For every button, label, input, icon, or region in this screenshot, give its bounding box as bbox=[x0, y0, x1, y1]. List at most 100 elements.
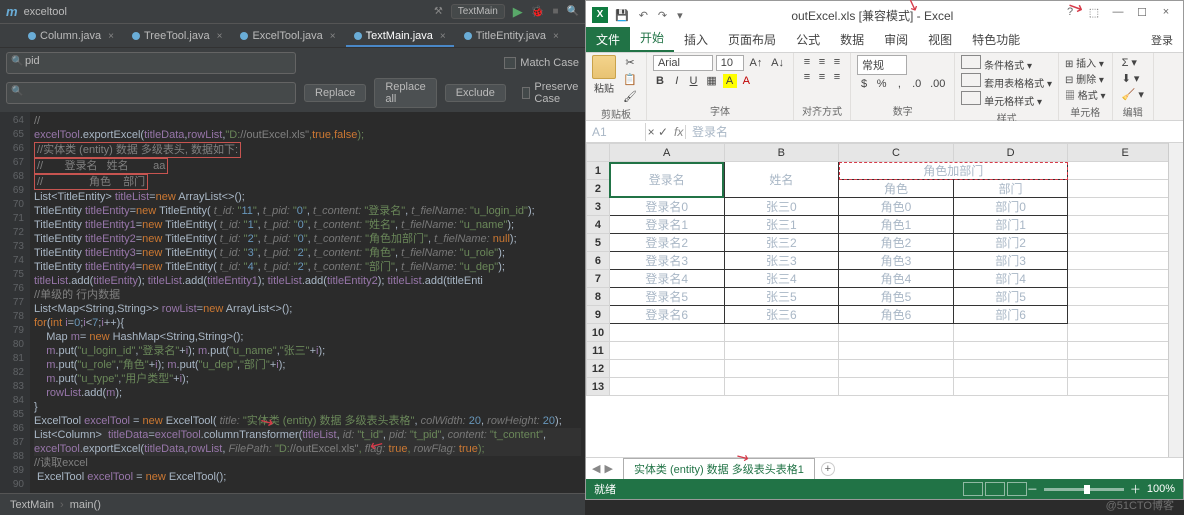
ribbon-tab-review[interactable]: 审阅 bbox=[874, 27, 918, 52]
align-top-icon[interactable]: ≡ bbox=[800, 55, 814, 69]
copy-icon[interactable]: 📋 bbox=[620, 72, 640, 87]
match-case-checkbox[interactable]: Match Case bbox=[504, 57, 579, 69]
table-format-button[interactable]: 套用表格格式 ▾ bbox=[961, 73, 1052, 90]
find-input[interactable]: pid bbox=[6, 52, 296, 74]
border-icon[interactable]: ▦ bbox=[703, 73, 719, 88]
worksheet[interactable]: ABCDE1登录名姓名角色加部门2角色部门3登录名0张三0角色0部门04登录名1… bbox=[586, 143, 1183, 457]
tab-column[interactable]: Column.java× bbox=[20, 27, 122, 47]
underline-icon[interactable]: U bbox=[687, 74, 701, 88]
view-break-icon[interactable] bbox=[1007, 482, 1027, 496]
close-icon[interactable]: × bbox=[553, 31, 559, 42]
ribbon: ↘ 粘贴 ✂ 📋 🖌 剪贴板 Arial 10 A↑ bbox=[586, 53, 1183, 121]
view-normal-icon[interactable] bbox=[963, 482, 983, 496]
fill-icon[interactable]: ⬇ ▾ bbox=[1119, 71, 1143, 86]
replace-button[interactable]: Replace bbox=[304, 84, 366, 102]
font-color-icon[interactable]: A bbox=[739, 74, 753, 88]
replace-all-button[interactable]: Replace all bbox=[374, 78, 436, 108]
ribbon-tab-home[interactable]: 开始 bbox=[630, 25, 674, 52]
tab-treetool[interactable]: TreeTool.java× bbox=[124, 27, 230, 47]
view-layout-icon[interactable] bbox=[985, 482, 1005, 496]
italic-icon[interactable]: I bbox=[670, 74, 684, 88]
align-middle-icon[interactable]: ≡ bbox=[815, 55, 829, 69]
sheet-tab[interactable]: 实体类 (entity) 数据 多级表头表格1 bbox=[623, 458, 815, 479]
undo-icon[interactable]: ↶ bbox=[636, 9, 651, 22]
debug-icon[interactable]: 🐞 bbox=[531, 5, 545, 18]
ribbon-tab-special[interactable]: 特色功能 bbox=[962, 27, 1030, 52]
autosum-icon[interactable]: Σ ▾ bbox=[1119, 55, 1140, 70]
dec-decimal-icon[interactable]: .00 bbox=[927, 77, 948, 91]
number-format-combo[interactable]: 常规 bbox=[857, 55, 907, 75]
window-title: outExcel.xls [兼容模式] - Excel bbox=[791, 7, 953, 24]
percent-icon[interactable]: % bbox=[874, 77, 890, 91]
close-icon[interactable]: × bbox=[440, 31, 446, 42]
qat-dropdown-icon[interactable]: ▾ bbox=[674, 9, 686, 22]
sheet-nav-prev-icon[interactable]: ◀ bbox=[592, 462, 600, 475]
insert-cells-button[interactable]: ⊞ 插入 ▾ bbox=[1065, 55, 1104, 70]
code-editor[interactable]: 6465666768697071727374757677787980818283… bbox=[0, 112, 585, 493]
ribbon-tab-file[interactable]: 文件 bbox=[586, 27, 630, 52]
clear-icon[interactable]: 🧹 ▾ bbox=[1119, 87, 1147, 102]
tab-exceltool[interactable]: ExcelTool.java× bbox=[232, 27, 343, 47]
zoom-slider[interactable] bbox=[1044, 488, 1124, 491]
cond-format-button[interactable]: 条件格式 ▾ bbox=[961, 55, 1032, 72]
align-right-icon[interactable]: ≡ bbox=[830, 70, 844, 84]
close-icon[interactable]: × bbox=[108, 31, 114, 42]
search-icon[interactable]: 🔍 bbox=[567, 6, 579, 17]
format-cells-button[interactable]: ▦ 格式 ▾ bbox=[1065, 87, 1106, 102]
ribbon-tab-view[interactable]: 视图 bbox=[918, 27, 962, 52]
align-left-icon[interactable]: ≡ bbox=[800, 70, 814, 84]
zoom-out-icon[interactable]: － bbox=[1027, 481, 1038, 497]
replace-input[interactable] bbox=[6, 82, 296, 104]
align-center-icon[interactable]: ≡ bbox=[815, 70, 829, 84]
formula-input[interactable]: 登录名 bbox=[686, 121, 734, 142]
vertical-scrollbar[interactable] bbox=[1168, 143, 1183, 457]
cell-style-button[interactable]: 单元格样式 ▾ bbox=[961, 91, 1042, 108]
ribbon-tab-layout[interactable]: 页面布局 bbox=[718, 27, 786, 52]
align-bottom-icon[interactable]: ≡ bbox=[830, 55, 844, 69]
maximize-icon[interactable]: ☐ bbox=[1131, 6, 1153, 24]
font-size-combo[interactable]: 10 bbox=[716, 55, 744, 71]
zoom-value[interactable]: 100% bbox=[1147, 483, 1175, 495]
tab-textmain[interactable]: TextMain.java× bbox=[346, 27, 454, 47]
breadcrumb-class[interactable]: TextMain bbox=[10, 499, 54, 511]
font-name-combo[interactable]: Arial bbox=[653, 55, 713, 71]
close-icon[interactable]: × bbox=[330, 31, 336, 42]
add-sheet-icon[interactable]: + bbox=[821, 462, 835, 476]
close-icon[interactable]: × bbox=[1155, 6, 1177, 24]
inc-decimal-icon[interactable]: .0 bbox=[909, 77, 924, 91]
preserve-case-checkbox[interactable]: Preserve Case bbox=[522, 81, 582, 105]
grow-font-icon[interactable]: A↑ bbox=[747, 56, 766, 70]
run-config-selector[interactable]: TextMain bbox=[451, 4, 505, 19]
zoom-in-icon[interactable]: ＋ bbox=[1130, 481, 1141, 497]
bold-icon[interactable]: B bbox=[653, 74, 667, 88]
ribbon-tab-formulas[interactable]: 公式 bbox=[786, 27, 830, 52]
name-box[interactable]: A1 bbox=[586, 123, 646, 141]
ribbon-tab-insert[interactable]: 插入 bbox=[674, 27, 718, 52]
group-alignment: ≡ ≡ ≡ ≡ ≡ ≡ 对齐方式 bbox=[794, 53, 851, 120]
run-icon[interactable]: ▶ bbox=[513, 4, 523, 20]
sheet-nav-next-icon[interactable]: ▶ bbox=[604, 462, 612, 475]
group-number: 常规 $ % , .0 .00 数字 bbox=[851, 53, 955, 120]
close-icon[interactable]: × bbox=[217, 31, 223, 42]
cut-icon[interactable]: ✂ bbox=[620, 55, 640, 70]
ribbon-collapse-icon[interactable]: ⬚ bbox=[1083, 6, 1105, 24]
fill-color-icon[interactable]: A bbox=[723, 74, 737, 88]
minimize-icon[interactable]: — bbox=[1107, 6, 1129, 24]
tab-titleentity[interactable]: TitleEntity.java× bbox=[456, 27, 567, 47]
stop-icon[interactable]: ■ bbox=[553, 6, 559, 17]
ribbon-tab-data[interactable]: 数据 bbox=[830, 27, 874, 52]
login-link[interactable]: 登录 bbox=[1141, 28, 1183, 52]
delete-cells-button[interactable]: ⊟ 删除 ▾ bbox=[1065, 71, 1104, 86]
comma-icon[interactable]: , bbox=[892, 77, 906, 91]
redo-icon[interactable]: ↷ bbox=[655, 9, 670, 22]
shrink-font-icon[interactable]: A↓ bbox=[768, 56, 787, 70]
format-painter-icon[interactable]: 🖌 bbox=[620, 89, 640, 104]
save-icon[interactable]: 💾 bbox=[612, 9, 632, 22]
code-area[interactable]: //excelTool.exportExcel(titleData,rowLis… bbox=[30, 112, 585, 493]
currency-icon[interactable]: $ bbox=[857, 77, 871, 91]
hammer-icon[interactable]: ⚒ bbox=[434, 6, 443, 17]
breadcrumb-method[interactable]: main() bbox=[70, 499, 101, 511]
fx-controls[interactable]: × ✓fx bbox=[646, 125, 686, 139]
paste-button[interactable]: 粘贴 bbox=[592, 55, 616, 95]
exclude-button[interactable]: Exclude bbox=[445, 84, 506, 102]
